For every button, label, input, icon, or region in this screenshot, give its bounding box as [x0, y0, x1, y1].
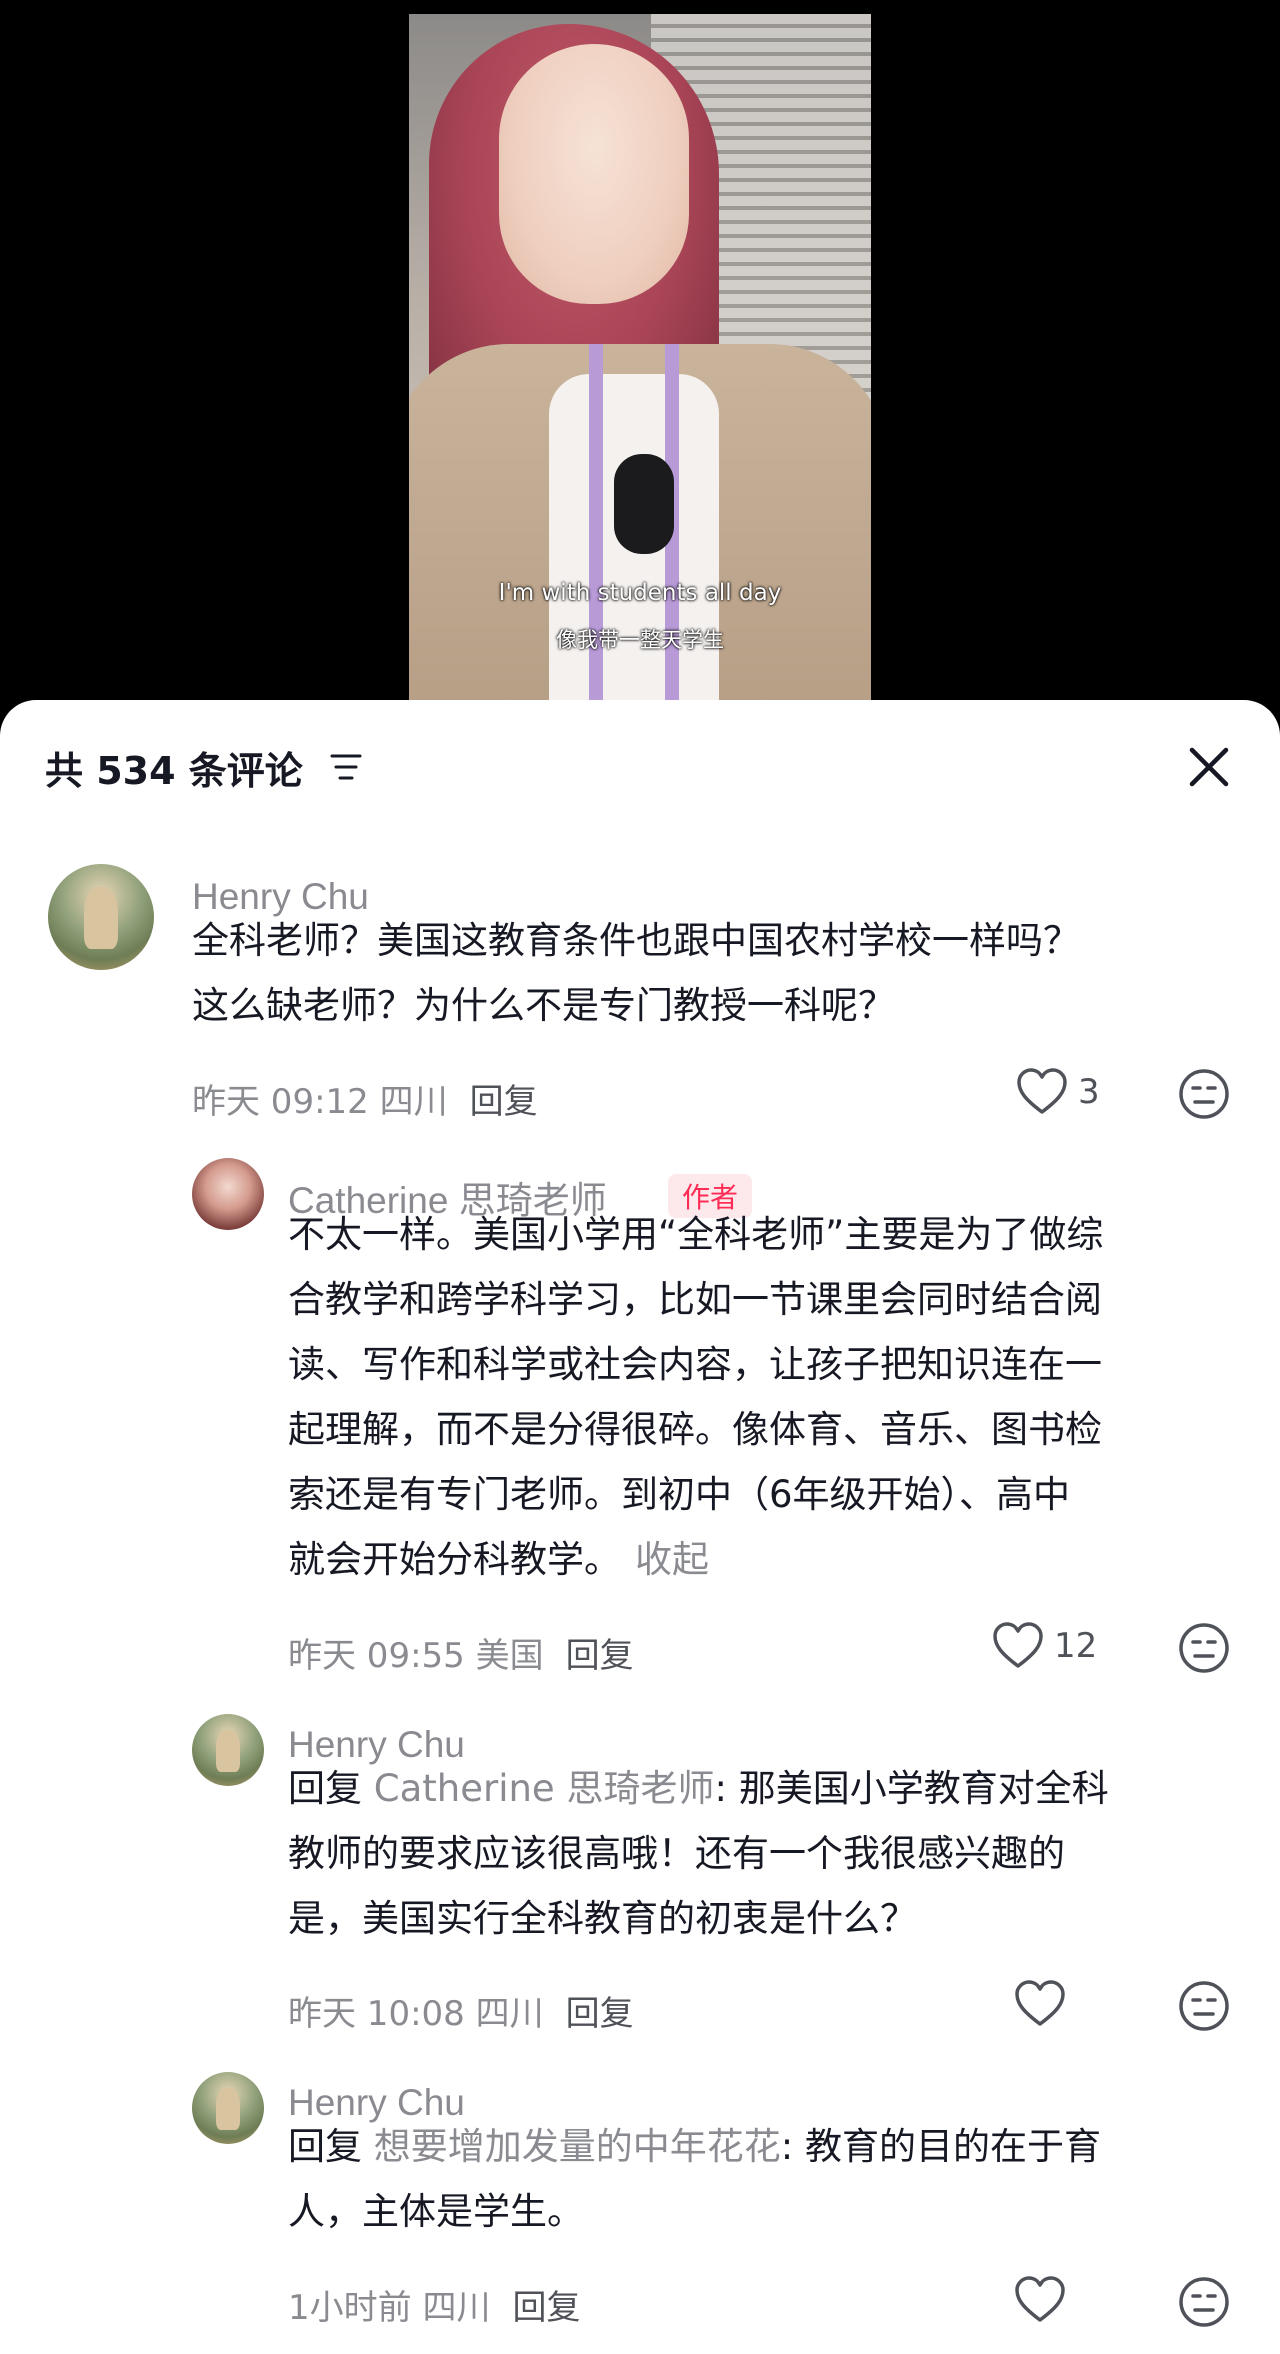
comment-meta: 昨天 10:08 四川 回复	[288, 1986, 634, 2035]
close-icon[interactable]	[1184, 742, 1234, 792]
video-area[interactable]: I'm with students all day 像我带一整天学生	[0, 0, 1280, 720]
comment-meta: 昨天 09:12 四川 回复	[192, 1074, 538, 1123]
heart-icon	[1015, 1980, 1065, 2026]
comment-text: 全科老师？美国这教育条件也跟中国农村学校一样吗？ 这么缺老师？为什么不是专门教授…	[192, 908, 1232, 1038]
video-caption-chinese: 像我带一整天学生	[556, 628, 724, 652]
heart-icon	[1017, 1068, 1067, 1114]
comment-count-title: 共 534 条评论	[45, 749, 303, 793]
comment-line: 回复 想要增加发量的中年花花: 教育的目的在于育	[288, 2114, 1248, 2179]
comment-time-location: 昨天 09:55 美国	[288, 1636, 544, 1676]
reply-prefix: 回复	[288, 2125, 362, 2168]
filter-icon[interactable]	[330, 752, 362, 782]
reply-button[interactable]: 回复	[566, 1636, 634, 1676]
comment-time-location: 1小时前 四川	[288, 2288, 491, 2328]
reply-target-user[interactable]: 想要增加发量的中年花花	[374, 2125, 781, 2168]
reply-prefix: 回复	[288, 1767, 362, 1810]
comment-text: 不太一样。美国小学用“全科老师”主要是为了做综 合教学和跨学科学习，比如一节课里…	[288, 1202, 1248, 1592]
video-frame[interactable]: I'm with students all day 像我带一整天学生	[409, 14, 871, 702]
comment-line-text: 就会开始分科教学。	[288, 1538, 621, 1581]
comment-meta: 1小时前 四川 回复	[288, 2280, 580, 2329]
comment-line: 全科老师？美国这教育条件也跟中国农村学校一样吗？	[192, 919, 1080, 962]
comment-line: 是，美国实行全科教育的初衷是什么？	[288, 1897, 917, 1940]
heart-icon	[993, 1622, 1043, 1668]
avatar[interactable]	[192, 2072, 264, 2144]
reply-target-user[interactable]: Catherine 思琦老师	[374, 1767, 715, 1810]
comment-time-location: 昨天 09:12 四川	[192, 1082, 448, 1122]
comment-line: 合教学和跨学科学习，比如一节课里会同时结合阅	[288, 1278, 1102, 1321]
dislike-face-icon[interactable]	[1178, 1622, 1230, 1674]
comment-line: 这么缺老师？为什么不是专门教授一科呢？	[192, 984, 895, 1027]
like-button[interactable]: 3	[1016, 1068, 1100, 1116]
avatar[interactable]	[48, 864, 154, 970]
dislike-face-icon[interactable]	[1178, 1980, 1230, 2032]
comment-time-location: 昨天 10:08 四川	[288, 1994, 544, 2034]
reply-button[interactable]: 回复	[470, 1082, 538, 1122]
video-person-face	[499, 44, 689, 304]
dislike-face-icon[interactable]	[1178, 2276, 1230, 2328]
comment-line: 教师的要求应该很高哦！还有一个我很感兴趣的	[288, 1832, 1065, 1875]
comment-line: 起理解，而不是分得很碎。像体育、音乐、图书检	[288, 1408, 1102, 1451]
comment-line: 人，主体是学生。	[288, 2190, 584, 2233]
avatar[interactable]	[192, 1714, 264, 1786]
comment-line: 就会开始分科教学。 收起	[288, 1527, 1248, 1592]
like-button[interactable]: 12	[992, 1622, 1097, 1670]
like-button[interactable]	[1014, 2276, 1076, 2324]
reply-button[interactable]: 回复	[512, 2288, 580, 2328]
comment-line: 读、写作和科学或社会内容，让孩子把知识连在一	[288, 1343, 1102, 1386]
avatar[interactable]	[192, 1158, 264, 1230]
comment-text: 回复 Catherine 思琦老师: 那美国小学教育对全科 教师的要求应该很高哦…	[288, 1756, 1248, 1951]
comment-line: 回复 Catherine 思琦老师: 那美国小学教育对全科	[288, 1756, 1248, 1821]
like-button[interactable]	[1014, 1980, 1076, 2028]
comments-header: 共 534 条评论	[0, 700, 1280, 840]
comment-meta: 昨天 09:55 美国 回复	[288, 1628, 634, 1677]
video-caption-english: I'm with students all day	[498, 580, 782, 606]
comment-line-text: : 那美国小学教育对全科	[714, 1767, 1109, 1810]
collapse-button[interactable]: 收起	[635, 1538, 709, 1581]
video-device	[614, 454, 674, 554]
like-count: 12	[1054, 1626, 1098, 1666]
comment-line: 索还是有专门老师。到初中（6年级开始）、高中	[288, 1473, 1071, 1516]
comment-line: 不太一样。美国小学用“全科老师”主要是为了做综	[288, 1213, 1104, 1256]
reply-button[interactable]: 回复	[566, 1994, 634, 2034]
like-count: 3	[1078, 1072, 1100, 1112]
comment-text: 回复 想要增加发量的中年花花: 教育的目的在于育 人，主体是学生。	[288, 2114, 1248, 2244]
comment-line-text: : 教育的目的在于育	[780, 2125, 1101, 2168]
comments-sheet: 共 534 条评论 Henry Chu 全科老师？美国这教育条件也跟中国农村学校…	[0, 700, 1280, 2354]
heart-icon	[1015, 2276, 1065, 2322]
dislike-face-icon[interactable]	[1178, 1068, 1230, 1120]
